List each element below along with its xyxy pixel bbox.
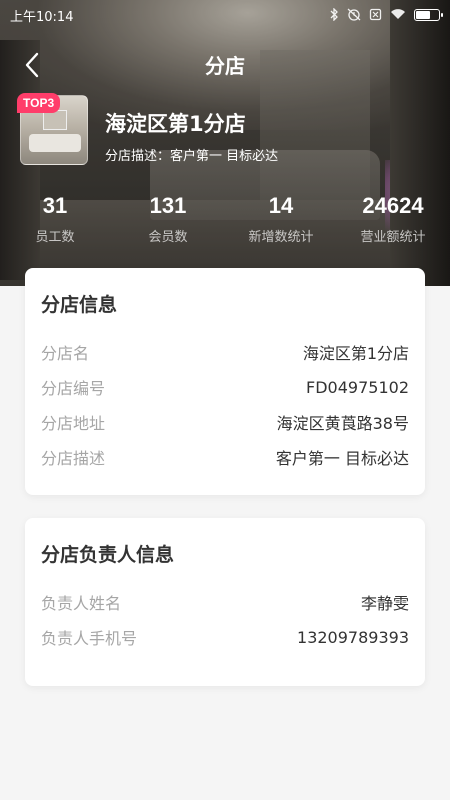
info-row-branch-name: 分店名 海淀区第1分店 [41, 340, 409, 364]
info-row-manager-phone: 负责人手机号 13209789393 [41, 625, 409, 649]
battery-icon [414, 9, 443, 21]
rank-badge: TOP3 [17, 93, 61, 113]
stat-value: 14 [268, 193, 294, 218]
info-value: 海淀区第1分店 [302, 344, 409, 363]
stat-value: 24624 [362, 193, 424, 218]
wifi-icon [390, 8, 406, 22]
info-row-branch-address: 分店地址 海淀区黄莨路38号 [41, 410, 409, 434]
info-label: 分店地址 [41, 414, 106, 433]
thumbnail-window [43, 110, 67, 130]
page-title: 分店 [205, 53, 245, 78]
stat-value: 31 [42, 193, 68, 218]
alarm-off-icon [347, 8, 361, 23]
info-label: 分店描述 [41, 449, 106, 468]
thumbnail-sofa [29, 134, 81, 152]
sim-off-icon [369, 8, 382, 23]
info-value: 李静雯 [360, 594, 409, 613]
card-title: 分店负责人信息 [41, 544, 175, 566]
bluetooth-icon [329, 6, 339, 23]
info-row-branch-code: 分店编号 FD04975102 [41, 375, 409, 399]
stats-row: 31 员工数 131 会员数 14 新增数统计 24624 营业额统计 [0, 192, 450, 252]
info-label: 分店编号 [41, 379, 106, 398]
info-row-manager-name: 负责人姓名 李静雯 [41, 590, 409, 614]
chevron-left-icon [25, 52, 39, 78]
info-value: 客户第一 目标必达 [275, 449, 409, 468]
back-button[interactable] [16, 50, 48, 80]
stat-label: 新增数统计 [248, 230, 314, 245]
info-value[interactable]: 13209789393 [297, 628, 409, 647]
status-bar: 上午10:14 [0, 0, 450, 30]
manager-info-card: 分店负责人信息 负责人姓名 李静雯 负责人手机号 13209789393 [25, 518, 425, 686]
branch-description: 分店描述：客户第一 目标必达 [105, 149, 279, 164]
nav-bar: 分店 [0, 40, 450, 88]
info-label: 分店名 [41, 344, 90, 363]
info-value: 海淀区黄莨路38号 [276, 414, 409, 433]
stat-revenue[interactable]: 24624 营业额统计 [343, 192, 443, 245]
info-value: FD04975102 [306, 377, 409, 397]
stat-label: 员工数 [35, 230, 75, 245]
stat-value: 131 [149, 193, 187, 218]
branch-info-card: 分店信息 分店名 海淀区第1分店 分店编号 FD04975102 分店地址 海淀… [25, 268, 425, 495]
stat-employees[interactable]: 31 员工数 [5, 192, 105, 245]
stat-label: 营业额统计 [360, 230, 426, 245]
status-icons [329, 6, 443, 23]
branch-name: 海淀区第1分店 [105, 112, 246, 136]
status-time: 上午10:14 [10, 9, 74, 25]
info-label: 负责人手机号 [41, 629, 138, 648]
stat-members[interactable]: 131 会员数 [118, 192, 218, 245]
card-title: 分店信息 [41, 294, 118, 316]
stat-label: 会员数 [148, 230, 188, 245]
info-row-branch-description: 分店描述 客户第一 目标必达 [41, 445, 409, 469]
stat-new-count[interactable]: 14 新增数统计 [231, 192, 331, 245]
info-label: 负责人姓名 [41, 594, 122, 613]
header-hero: 上午10:14 分店 TOP3 海淀区第1分店 分店描述：客户第一 目标必达 3… [0, 0, 450, 286]
